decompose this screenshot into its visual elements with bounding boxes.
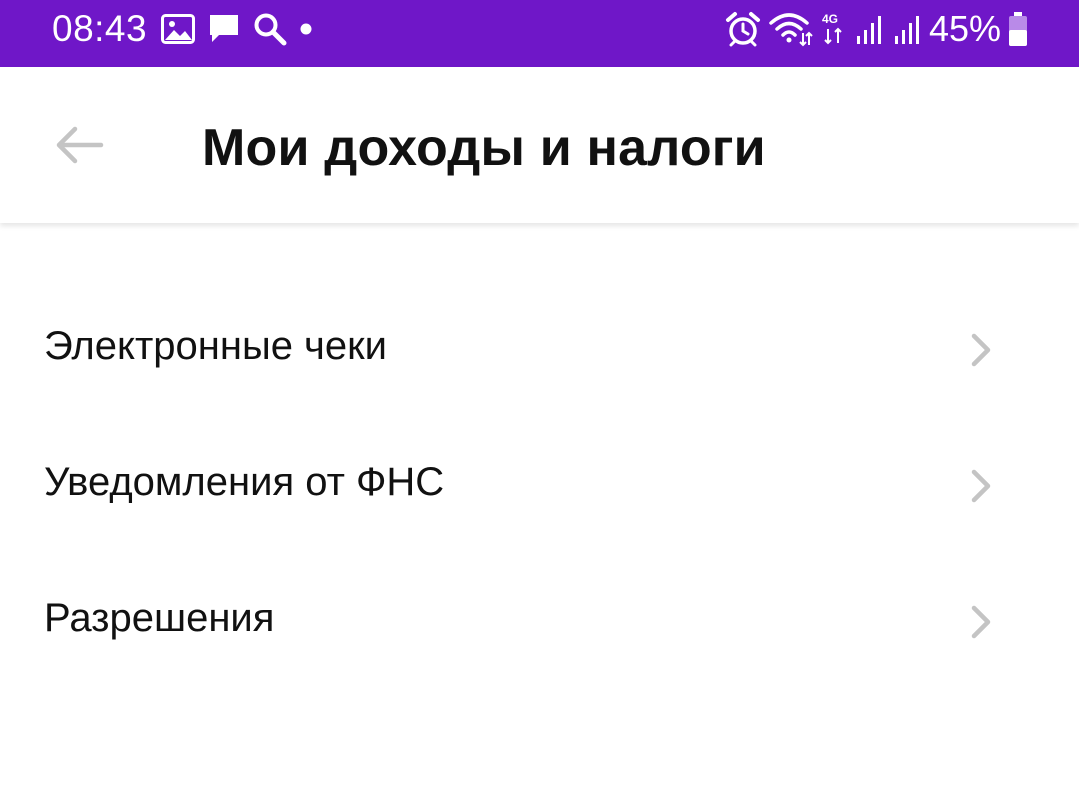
settings-menu: Электронные чеки Уведомления от ФНС Разр… xyxy=(0,282,1079,690)
back-button[interactable] xyxy=(44,119,114,175)
chevron-right-icon xyxy=(966,330,996,370)
menu-item-label: Разрешения xyxy=(44,596,275,640)
battery-percent: 45% xyxy=(928,8,1001,49)
menu-item-fns-notifications[interactable]: Уведомления от ФНС xyxy=(0,418,1079,554)
wifi-icon xyxy=(769,11,813,47)
signal-icon xyxy=(855,12,885,46)
menu-item-electronic-receipts[interactable]: Электронные чеки xyxy=(0,282,1079,418)
status-bar-left: 08:43 xyxy=(52,0,325,58)
status-time: 08:43 xyxy=(52,8,148,49)
signal-icon xyxy=(893,12,923,46)
chevron-right-icon xyxy=(966,602,996,642)
menu-item-label: Уведомления от ФНС xyxy=(44,460,445,504)
image-icon xyxy=(161,14,196,44)
alarm-icon xyxy=(725,11,761,47)
network-4g-icon: 4G xyxy=(821,11,847,47)
menu-item-permissions[interactable]: Разрешения xyxy=(0,554,1079,690)
chevron-right-icon xyxy=(966,466,996,506)
search-icon xyxy=(253,12,287,46)
battery-icon xyxy=(1007,11,1029,47)
status-bar-right: 4G 45% xyxy=(717,0,1029,58)
page-title: Мои доходы и налоги xyxy=(202,119,766,177)
dot-icon xyxy=(299,22,313,36)
menu-item-label: Электронные чеки xyxy=(44,324,387,368)
app-toolbar: Мои доходы и налоги xyxy=(0,67,1079,223)
message-icon xyxy=(207,13,241,45)
arrow-left-icon xyxy=(53,125,105,170)
status-bar: 08:43 4G 45% xyxy=(0,0,1079,67)
network-4g-label: 4G xyxy=(822,12,838,26)
